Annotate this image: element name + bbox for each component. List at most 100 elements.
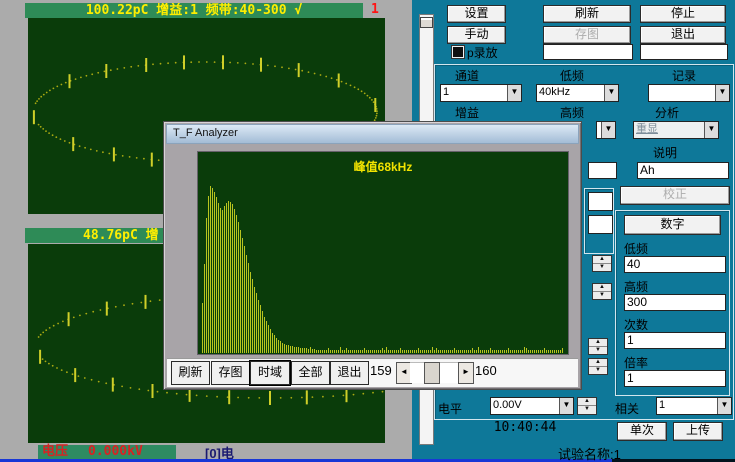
spinner-1[interactable]: ▲▼ [592, 255, 612, 272]
spectrum-bar [364, 348, 365, 353]
exit-button[interactable]: 退出 [640, 26, 726, 44]
spectrum-bar [218, 203, 219, 353]
lowfreq-label: 低频 [560, 67, 584, 84]
spectrum-bar [228, 201, 229, 353]
spectrum-bar [288, 345, 289, 353]
spectrum-bar [296, 347, 297, 353]
highfreq-dropdown[interactable]: ▼ [596, 121, 616, 139]
description-field[interactable]: Ah [637, 162, 729, 179]
digital-button[interactable]: 数字 [624, 215, 721, 235]
spectrum-bar [418, 348, 419, 353]
stop-button[interactable]: 停止 [640, 5, 726, 23]
spectrum-bar [204, 264, 205, 353]
digital-ratio-field[interactable]: 1 [624, 370, 726, 387]
spectrum-bar [320, 350, 321, 353]
spectrum-bar [268, 325, 269, 353]
spectrum-bar [428, 350, 429, 353]
spectrum-bar [440, 350, 441, 353]
middle-square-2[interactable] [588, 215, 613, 234]
spectrum-bar [336, 350, 337, 353]
spectrum-bar [308, 349, 309, 353]
field-blank-1[interactable] [543, 44, 633, 60]
field-blank-2[interactable] [640, 44, 728, 60]
spectrum-bar [556, 350, 557, 353]
spinner-2[interactable]: ▲▼ [592, 283, 612, 300]
spectrum-bar [242, 238, 243, 353]
spectrum-bar [284, 344, 285, 353]
scroll-right-arrow-icon[interactable]: ► [458, 362, 474, 384]
spectrum-bar [430, 350, 431, 353]
spectrum-bar [256, 293, 257, 353]
spectrum-bar [414, 350, 415, 353]
gain-label: 增益 [455, 104, 479, 121]
popup-time-domain-button[interactable]: 时域 [250, 361, 290, 385]
spectrum-bar [374, 350, 375, 353]
channel-dropdown[interactable]: 1 ▼ [440, 84, 522, 102]
p-playback-checkbox[interactable] [452, 46, 464, 58]
middle-square-1[interactable] [588, 192, 613, 211]
spectrum-bar [366, 350, 367, 353]
spectrum-bar [244, 246, 245, 353]
level-spinner[interactable]: ▲▼ [577, 397, 597, 415]
level-dropdown[interactable]: 0.00V ▼ [490, 397, 574, 415]
spectrum-bar [450, 350, 451, 353]
spectrum-bar [540, 350, 541, 353]
spectrum-bar [392, 350, 393, 353]
middle-field-fragment[interactable] [588, 162, 617, 179]
spectrum-bar [368, 350, 369, 353]
popup-exit-button[interactable]: 退出 [330, 361, 369, 385]
spinner-3[interactable]: ▲▼ [588, 338, 608, 355]
chevron-down-icon[interactable]: ▼ [704, 122, 718, 138]
spectrum-bar [478, 347, 479, 353]
spectrum-bar [422, 350, 423, 353]
vertical-slider-thumb[interactable] [420, 17, 433, 28]
manual-button[interactable]: 手动 [447, 26, 506, 44]
voltage-readout-box: 电压 0.000kV [38, 445, 176, 459]
popup-all-button[interactable]: 全部 [291, 361, 330, 385]
refresh-button[interactable]: 刷新 [543, 5, 631, 23]
tf-analyzer-titlebar[interactable]: T_F Analyzer [166, 124, 579, 144]
chevron-down-icon[interactable]: ▼ [601, 122, 615, 138]
spectrum-bar [246, 255, 247, 353]
popup-save-image-button[interactable]: 存图 [211, 361, 250, 385]
digital-high-field[interactable]: 300 [624, 294, 726, 311]
chevron-down-icon[interactable]: ▼ [715, 85, 729, 101]
panel2-title: 48.76pC 增 [83, 228, 159, 243]
spectrum-bar [410, 350, 411, 353]
spectrum-bar [248, 263, 249, 353]
tf-analyzer-window[interactable]: T_F Analyzer 峰值68kHz 刷新 存图 时域 全部 退出 159 … [163, 121, 582, 390]
upload-button[interactable]: 上传 [673, 422, 723, 441]
related-dropdown[interactable]: 1 ▼ [656, 397, 732, 415]
lowfreq-dropdown[interactable]: 40kHz ▼ [536, 84, 619, 102]
record-scrollbar-thumb[interactable] [424, 362, 440, 384]
chevron-down-icon[interactable]: ▼ [604, 85, 618, 101]
chevron-down-icon[interactable]: ▼ [507, 85, 521, 101]
digital-low-field[interactable]: 40 [624, 256, 726, 273]
chevron-down-icon[interactable]: ▼ [559, 398, 573, 414]
record-dropdown[interactable]: ▼ [648, 84, 730, 102]
related-dropdown-value: 1 [659, 398, 717, 412]
single-shot-button[interactable]: 单次 [617, 422, 667, 441]
save-image-button[interactable]: 存图 [543, 26, 631, 44]
spectrum-bar [560, 350, 561, 353]
spectrum-bar [252, 279, 253, 353]
spectrum-bar [536, 350, 537, 353]
spectrum-bar [286, 345, 287, 353]
spinner-4[interactable]: ▲▼ [588, 358, 608, 375]
spectrum-bar [340, 347, 341, 353]
digital-count-field[interactable]: 1 [624, 332, 726, 349]
settings-button[interactable]: 设置 [447, 5, 506, 23]
popup-refresh-button[interactable]: 刷新 [171, 361, 210, 385]
spectrum-bar [562, 348, 563, 353]
spectrum-bar [354, 350, 355, 353]
p-playback-label: p录放 [467, 44, 498, 61]
spectrum-bar [424, 350, 425, 353]
chevron-down-icon[interactable]: ▼ [717, 398, 731, 414]
spectrum-bar [260, 305, 261, 353]
spectrum-bar [380, 350, 381, 353]
spectrum-bar [318, 350, 319, 353]
analysis-dropdown[interactable]: 重显 ▼ [633, 121, 719, 139]
spectrum-bar [370, 350, 371, 353]
highfreq-label: 高频 [560, 104, 584, 121]
calibrate-button[interactable]: 校正 [620, 186, 730, 205]
